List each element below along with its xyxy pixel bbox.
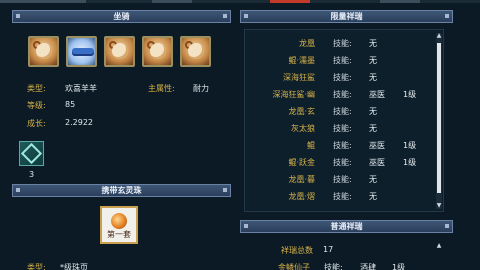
list-item[interactable]: 灰太狼 技能: 无 <box>245 120 435 137</box>
mount-skill-icon[interactable] <box>19 141 44 166</box>
level-value: 85 <box>65 100 76 109</box>
normal-row-name: 金鳞仙子 <box>278 263 310 270</box>
attr-label: 主属性: <box>148 84 175 93</box>
limited-scrollbar[interactable]: ▲ ▼ <box>436 33 442 209</box>
orb-gem-icon <box>111 213 127 229</box>
normal-scroll-up-icon[interactable]: ▲ <box>436 243 442 249</box>
scroll-down-icon[interactable]: ▼ <box>436 203 442 209</box>
mount-slot-1[interactable] <box>28 36 59 67</box>
mount-slots <box>28 36 211 67</box>
orb-panel-header: 携带玄灵珠 <box>12 184 231 197</box>
skill-rune-icon <box>20 142 43 165</box>
sheep-face-icon <box>188 43 204 59</box>
sheep-face-icon <box>112 43 128 59</box>
blue-weapon-icon <box>72 48 94 56</box>
top-tab-4[interactable] <box>380 0 420 3</box>
top-tab-1[interactable] <box>0 0 86 3</box>
orb-set-label: 第一套 <box>107 230 131 239</box>
list-item[interactable]: 鲲·跃金 技能: 巫医 1级 <box>245 154 435 171</box>
mount-slot-4[interactable] <box>142 36 173 67</box>
list-item[interactable]: 龙凰·暮 技能: 无 <box>245 171 435 188</box>
sheep-face-icon <box>36 43 52 59</box>
normal-row-level: 1级 <box>392 263 406 270</box>
list-item[interactable]: 深海狂鲨·幽 技能: 巫医 1级 <box>245 86 435 103</box>
list-item[interactable]: 龙凰·玄 技能: 无 <box>245 103 435 120</box>
limited-list[interactable]: 龙凰 技能: 无 鲲·濡墨 技能: 无 深海狂鲨 技能: 无 深海狂鲨·幽 技能: 巫医 1级 龙… <box>244 29 444 212</box>
mount-panel-header: 坐骑 <box>12 10 231 23</box>
total-label: 祥瑞总数 <box>281 246 313 255</box>
orb-panel-title: 携带玄灵珠 <box>101 186 142 195</box>
orb-bottom-label: 类型: <box>27 263 46 270</box>
sheep-face-icon <box>150 43 166 59</box>
orb-slot[interactable]: 第一套 <box>100 206 138 244</box>
list-item[interactable]: 鲲·濡墨 技能: 无 <box>245 52 435 69</box>
top-tab-active[interactable] <box>270 0 310 3</box>
list-item[interactable]: 龙凰 技能: 无 <box>245 35 435 52</box>
list-item[interactable]: 鲲技能: 巫医 1级 <box>245 137 435 154</box>
normal-row-key: 技能: <box>324 263 343 270</box>
total-value: 17 <box>323 245 334 254</box>
skill-count: 3 <box>29 170 35 179</box>
scroll-thumb[interactable] <box>437 43 441 193</box>
attr-value: 耐力 <box>193 84 209 93</box>
mount-panel-title: 坐骑 <box>113 12 130 21</box>
type-label: 类型: <box>27 84 46 93</box>
orb-bottom-value: *级珠页 <box>60 263 88 270</box>
level-label: 等级: <box>27 101 46 110</box>
mount-slot-3[interactable] <box>104 36 135 67</box>
top-tab-2[interactable] <box>152 0 192 3</box>
normal-row-value: 酒肆 <box>360 263 376 270</box>
limited-panel-title: 限量祥瑞 <box>330 12 363 21</box>
growth-value: 2.2922 <box>65 118 93 127</box>
mount-slot-2[interactable] <box>66 36 97 67</box>
growth-label: 成长: <box>27 119 46 128</box>
mount-slot-5[interactable] <box>180 36 211 67</box>
top-strip <box>0 0 480 3</box>
limited-panel-header: 限量祥瑞 <box>240 10 453 23</box>
scroll-up-icon[interactable]: ▲ <box>436 33 442 39</box>
list-item[interactable]: 深海狂鲨 技能: 无 <box>245 69 435 86</box>
list-item[interactable]: 龙凰·熠 技能: 无 <box>245 188 435 205</box>
type-value: 欢喜羊羊 <box>65 84 97 93</box>
normal-panel-title: 普通祥瑞 <box>330 222 363 231</box>
normal-panel-header: 普通祥瑞 <box>240 220 453 233</box>
